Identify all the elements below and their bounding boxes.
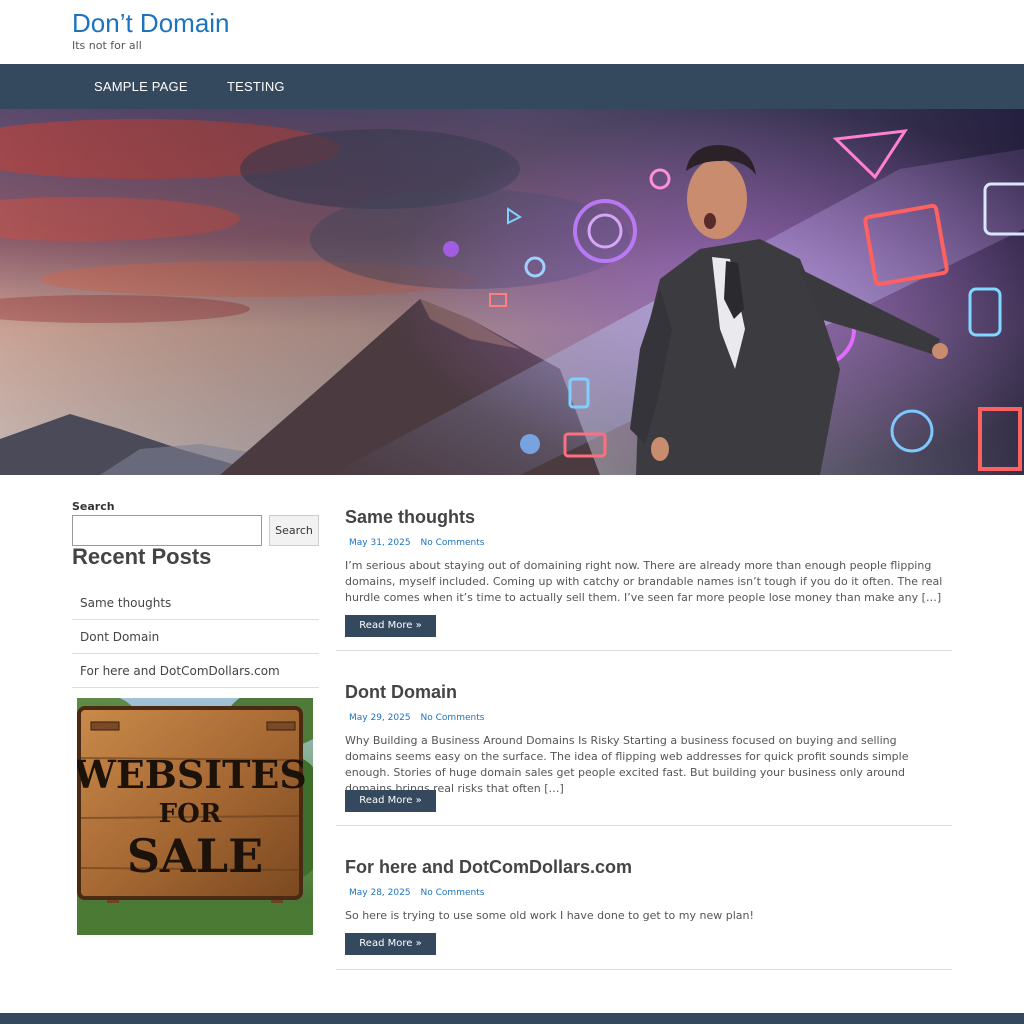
read-more-button[interactable]: Read More » (345, 615, 436, 637)
header-image (0, 109, 1024, 475)
sign-line-sale: SALE (127, 829, 263, 883)
post-card: Dont Domain May 29, 2025 No Comments Why … (336, 651, 952, 826)
sign-line-for: FOR (159, 799, 222, 829)
post-title[interactable]: Dont Domain (345, 682, 457, 703)
read-more-button[interactable]: Read More » (345, 933, 436, 955)
post-excerpt: So here is trying to use some old work I… (345, 909, 754, 922)
post-date[interactable]: May 31, 2025 (349, 538, 411, 548)
search-button[interactable]: Search (269, 515, 319, 546)
recent-post-link[interactable]: For here and DotComDollars.com (72, 654, 319, 688)
post-meta: May 31, 2025 No Comments (349, 538, 484, 548)
post-date[interactable]: May 29, 2025 (349, 713, 411, 723)
recent-posts-list: Same thoughts Dont Domain For here and D… (72, 586, 319, 688)
post-title[interactable]: For here and DotComDollars.com (345, 857, 632, 878)
post-date[interactable]: May 28, 2025 (349, 888, 411, 898)
recent-post-link[interactable]: Dont Domain (72, 620, 319, 654)
post-meta: May 28, 2025 No Comments (349, 888, 484, 898)
site-footer (0, 1013, 1024, 1024)
post-comments-link[interactable]: No Comments (421, 713, 485, 723)
site-header: Don’t Domain Its not for all (0, 0, 1024, 64)
websites-for-sale-image: WEBSITES FOR SALE (77, 698, 313, 935)
wooden-sign-illustration: WEBSITES FOR SALE (77, 698, 313, 935)
post-excerpt: Why Building a Business Around Domains I… (345, 734, 909, 795)
main-navigation: SAMPLE PAGE TESTING (0, 64, 1024, 109)
search-input[interactable] (72, 515, 262, 546)
nav-item-sample-page[interactable]: SAMPLE PAGE (94, 79, 188, 94)
post-title[interactable]: Same thoughts (345, 507, 475, 528)
post-card: For here and DotComDollars.com May 28, 2… (336, 826, 952, 970)
post-comments-link[interactable]: No Comments (421, 888, 485, 898)
post-excerpt: I’m serious about staying out of domaini… (345, 559, 943, 604)
search-label: Search (72, 500, 115, 513)
recent-posts-title: Recent Posts (72, 544, 212, 569)
post-meta: May 29, 2025 No Comments (349, 713, 484, 723)
post-comments-link[interactable]: No Comments (421, 538, 485, 548)
sign-line-websites: WEBSITES (77, 752, 307, 797)
read-more-button[interactable]: Read More » (345, 790, 436, 812)
site-title[interactable]: Don’t Domain (72, 8, 230, 39)
post-card: Same thoughts May 31, 2025 No Comments I’… (336, 498, 952, 651)
hero-illustration (0, 109, 1024, 475)
site-tagline: Its not for all (72, 39, 142, 52)
recent-post-link[interactable]: Same thoughts (72, 586, 319, 620)
nav-item-testing[interactable]: TESTING (227, 79, 285, 94)
